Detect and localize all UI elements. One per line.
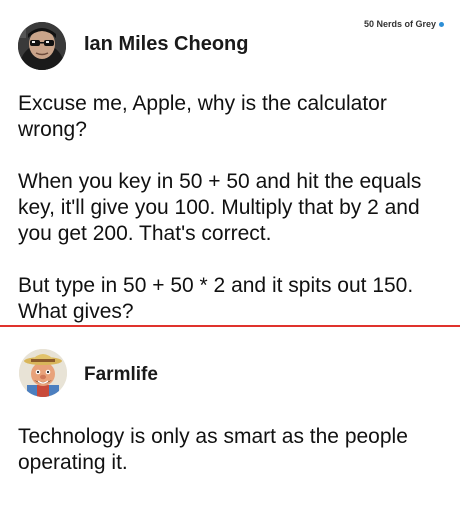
post-paragraph: Excuse me, Apple, why is the calculator … bbox=[18, 92, 387, 141]
section-divider bbox=[0, 325, 460, 327]
post-paragraph: When you key in 50 + 50 and hit the equa… bbox=[18, 170, 422, 245]
avatar-farmlife[interactable] bbox=[19, 349, 67, 397]
post-original: Ian Miles Cheong Excuse me, Apple, why i… bbox=[0, 0, 460, 326]
author-name[interactable]: Farmlife bbox=[84, 364, 158, 386]
cartoon-farmer-avatar-icon bbox=[19, 349, 67, 397]
post-paragraph: Technology is only as smart as the peopl… bbox=[18, 425, 408, 474]
post-paragraph: But type in 50 + 50 * 2 and it spits out… bbox=[18, 274, 414, 323]
post-body: Technology is only as smart as the peopl… bbox=[18, 424, 446, 476]
profile-photo-sunglasses-icon bbox=[18, 22, 66, 70]
author-name[interactable]: Ian Miles Cheong bbox=[84, 33, 248, 56]
avatar-ian-miles-cheong[interactable] bbox=[18, 22, 66, 70]
post-body: Excuse me, Apple, why is the calculator … bbox=[18, 91, 446, 325]
